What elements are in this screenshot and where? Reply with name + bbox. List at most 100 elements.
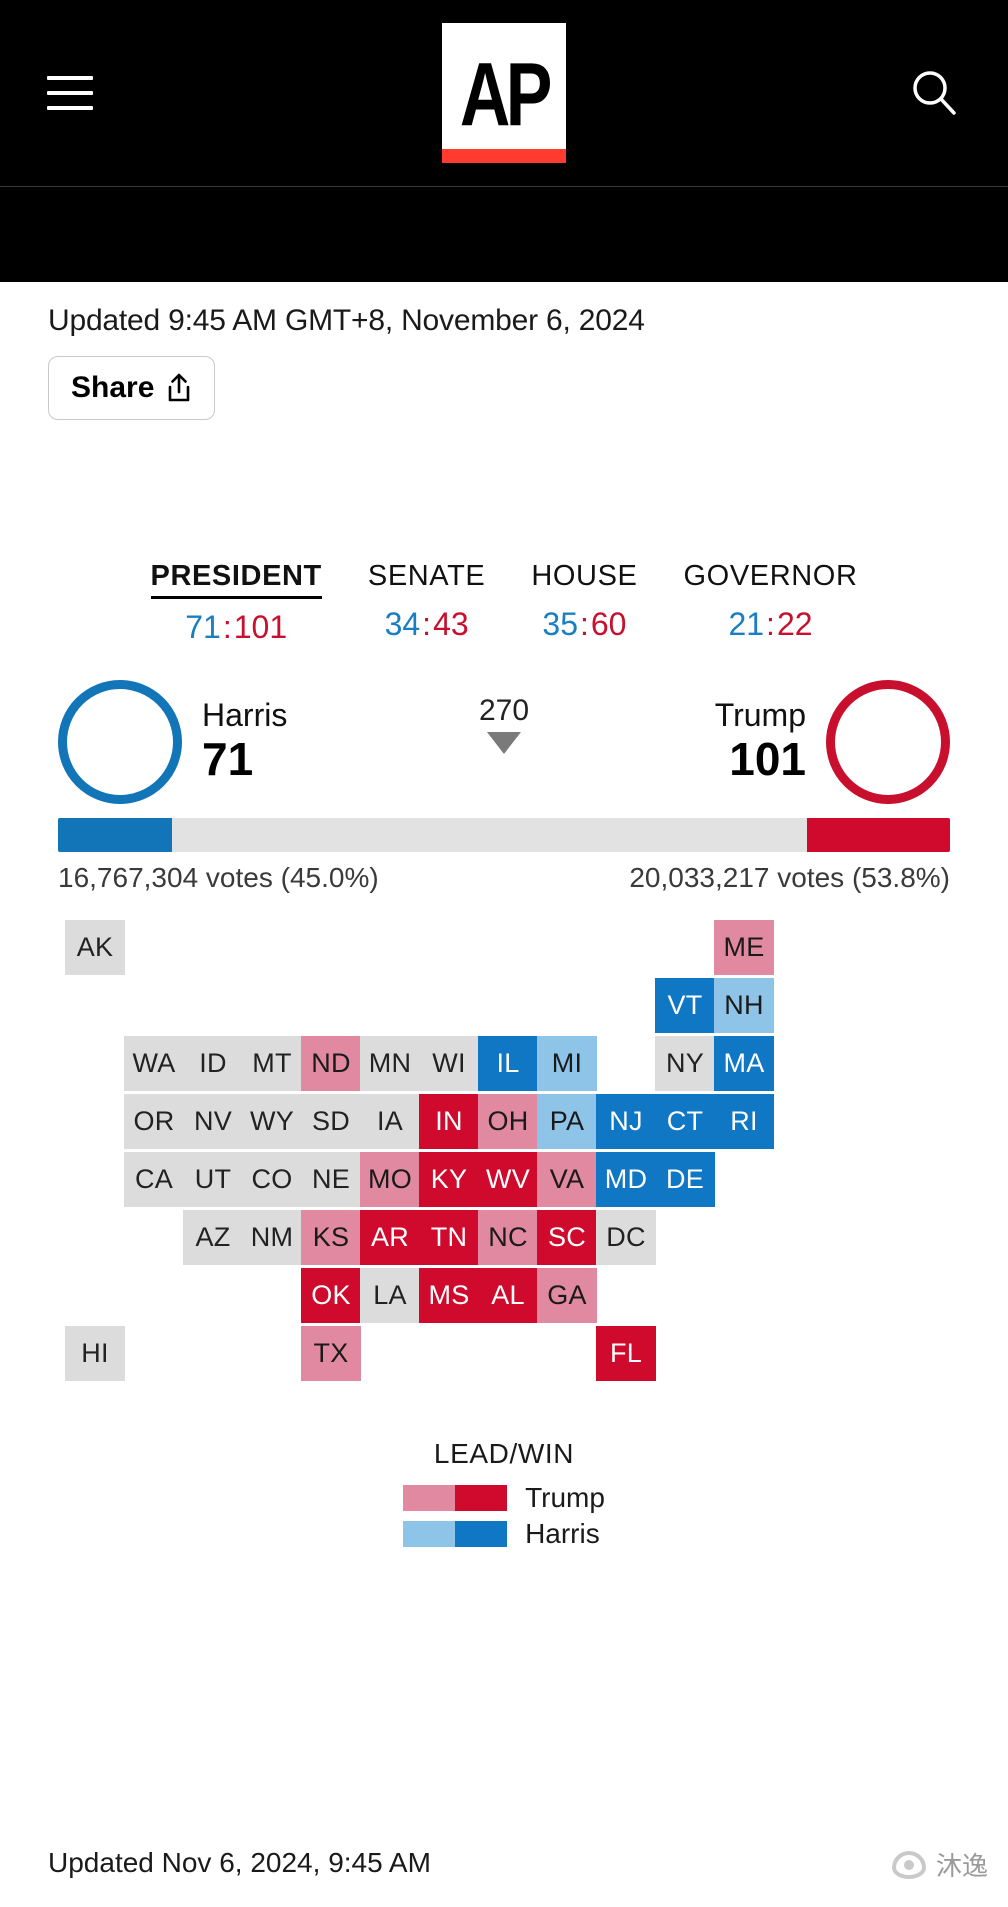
state-cell-fl[interactable]: FL	[596, 1326, 656, 1381]
tab-president-gop-count: 101	[233, 609, 288, 645]
state-cell-oh[interactable]: OH	[478, 1094, 538, 1149]
state-cell-al[interactable]: AL	[478, 1268, 538, 1323]
tab-senate[interactable]: SENATE 34:43	[368, 560, 485, 646]
legend-swatch-harris-lead	[403, 1521, 456, 1547]
state-cell-vt[interactable]: VT	[655, 978, 715, 1033]
state-cell-ar[interactable]: AR	[360, 1210, 420, 1265]
legend-title: LEAD/WIN	[433, 1438, 575, 1469]
state-cell-va[interactable]: VA	[537, 1152, 597, 1207]
state-cell-nd[interactable]: ND	[301, 1036, 361, 1091]
state-cell-mo[interactable]: MO	[360, 1152, 420, 1207]
state-cell-wi[interactable]: WI	[419, 1036, 479, 1091]
tab-house[interactable]: HOUSE 35:60	[531, 560, 637, 646]
tab-house-dem-count: 35	[542, 606, 578, 642]
electoral-threshold-value: 270	[478, 694, 530, 727]
state-cell-nv[interactable]: NV	[183, 1094, 243, 1149]
state-cell-ok[interactable]: OK	[301, 1268, 361, 1323]
ap-logo[interactable]: AP	[442, 23, 566, 163]
popular-vote-trump: 20,033,217 votes (53.8%)	[629, 862, 950, 893]
tab-president-dem-count: 71	[185, 609, 221, 645]
state-cell-nc[interactable]: NC	[478, 1210, 538, 1265]
state-cell-wa[interactable]: WA	[124, 1036, 184, 1091]
weibo-watermark-text: 沐逸	[935, 1851, 988, 1881]
state-cell-ak[interactable]: AK	[65, 920, 125, 975]
share-icon	[166, 373, 192, 403]
hamburger-line	[47, 91, 93, 95]
candidate-harris-name: Harris	[202, 696, 288, 733]
state-cell-md[interactable]: MD	[596, 1152, 656, 1207]
state-cell-tx[interactable]: TX	[301, 1326, 361, 1381]
score-separator: :	[222, 609, 232, 645]
state-cell-la[interactable]: LA	[360, 1268, 420, 1323]
candidate-summary: Harris 71 270 Trump 101	[0, 680, 1008, 804]
tab-president-label: PRESIDENT	[150, 560, 322, 599]
state-cell-me[interactable]: ME	[714, 920, 774, 975]
state-cell-or[interactable]: OR	[124, 1094, 184, 1149]
state-cell-mi[interactable]: MI	[537, 1036, 597, 1091]
site-header: AP	[0, 0, 1008, 186]
tab-president[interactable]: PRESIDENT 71:101	[150, 560, 322, 646]
candidate-harris: Harris 71	[58, 680, 287, 804]
state-cell-sd[interactable]: SD	[301, 1094, 361, 1149]
state-cell-wy[interactable]: WY	[242, 1094, 302, 1149]
score-separator: :	[422, 606, 432, 642]
state-cell-ma[interactable]: MA	[714, 1036, 774, 1091]
candidate-trump: Trump 101	[715, 680, 950, 804]
state-cell-co[interactable]: CO	[242, 1152, 302, 1207]
state-cell-il[interactable]: IL	[478, 1036, 538, 1091]
hamburger-menu-icon[interactable]	[47, 76, 93, 110]
score-separator: :	[766, 606, 775, 642]
weibo-logo-icon	[891, 1850, 926, 1879]
tab-governor[interactable]: GOVERNOR 21:22	[684, 560, 858, 646]
state-cell-id[interactable]: ID	[183, 1036, 243, 1091]
state-cell-nm[interactable]: NM	[242, 1210, 302, 1265]
state-cell-ks[interactable]: KS	[301, 1210, 361, 1265]
tab-house-label: HOUSE	[531, 560, 638, 592]
progress-fill-trump	[807, 818, 950, 852]
state-cell-ct[interactable]: CT	[655, 1094, 715, 1149]
tab-senate-dem-count: 34	[384, 606, 421, 642]
popular-vote-row: 16,767,304 votes (45.0%) 20,033,217 vote…	[0, 852, 1008, 894]
state-cell-pa[interactable]: PA	[537, 1094, 597, 1149]
state-cell-ms[interactable]: MS	[419, 1268, 479, 1323]
map-legend: LEAD/WIN Trump Harris	[0, 1438, 1008, 1554]
race-tabs: PRESIDENT 71:101 SENATE 34:43 HOUSE 35:6…	[0, 560, 1008, 646]
search-icon[interactable]	[908, 67, 960, 119]
ap-logo-text: AP	[460, 45, 553, 146]
state-cell-ky[interactable]: KY	[419, 1152, 479, 1207]
state-cell-hi[interactable]: HI	[65, 1326, 125, 1381]
legend-label-trump: Trump	[525, 1482, 605, 1513]
tab-senate-gop-count: 43	[433, 606, 469, 642]
header-black-band	[0, 186, 1008, 282]
state-cell-ny[interactable]: NY	[655, 1036, 715, 1091]
share-button[interactable]: Share	[48, 356, 216, 420]
state-cell-ri[interactable]: RI	[714, 1094, 774, 1149]
state-cell-mt[interactable]: MT	[242, 1036, 302, 1091]
state-cell-wv[interactable]: WV	[478, 1152, 538, 1207]
candidate-trump-name: Trump	[714, 696, 806, 733]
state-cell-sc[interactable]: SC	[537, 1210, 597, 1265]
state-cell-ca[interactable]: CA	[124, 1152, 184, 1207]
state-cell-dc[interactable]: DC	[596, 1210, 656, 1265]
state-cell-mn[interactable]: MN	[360, 1036, 420, 1091]
state-cell-nj[interactable]: NJ	[596, 1094, 656, 1149]
state-cell-tn[interactable]: TN	[419, 1210, 479, 1265]
tab-senate-label: SENATE	[367, 560, 486, 592]
state-cell-in[interactable]: IN	[419, 1094, 479, 1149]
legend-swatch-harris-win	[455, 1521, 508, 1547]
state-cartogram-map: AK ME VT NH WA ID MT ND MN WI IL MI NY MA OR NV WY SD IA IN…	[0, 912, 1008, 1432]
hamburger-line	[47, 106, 93, 110]
state-cell-nh[interactable]: NH	[714, 978, 774, 1033]
electoral-threshold-marker: 270	[479, 694, 529, 754]
state-cell-ne[interactable]: NE	[301, 1152, 361, 1207]
electoral-progress-bar	[58, 818, 950, 852]
state-cell-ia[interactable]: IA	[360, 1094, 420, 1149]
state-cell-ut[interactable]: UT	[183, 1152, 243, 1207]
updated-timestamp: Updated 9:45 AM GMT+8, November 6, 2024	[48, 304, 645, 337]
popular-vote-harris: 16,767,304 votes (45.0%)	[58, 862, 379, 893]
state-cell-de[interactable]: DE	[655, 1152, 715, 1207]
progress-fill-harris	[58, 818, 173, 852]
tab-house-score: 35:60	[531, 606, 637, 643]
state-cell-az[interactable]: AZ	[183, 1210, 243, 1265]
state-cell-ga[interactable]: GA	[537, 1268, 597, 1323]
